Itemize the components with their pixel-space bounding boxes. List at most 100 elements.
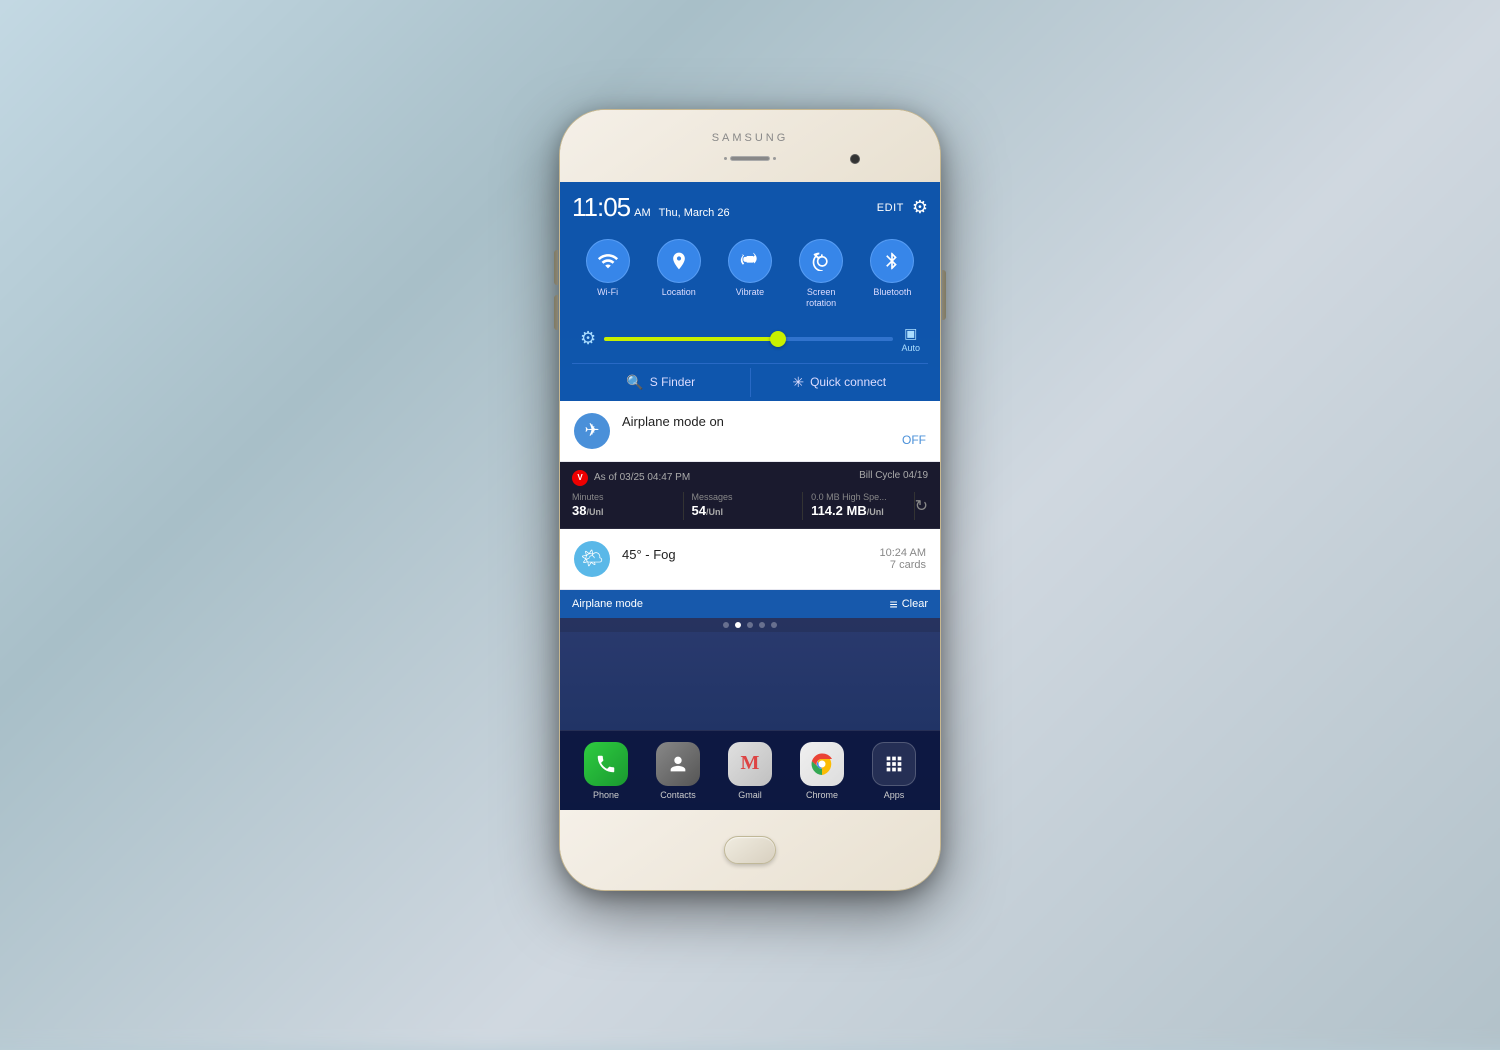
quick-connect-icon: ✳ [792, 374, 804, 391]
minutes-label: Minutes [572, 492, 675, 502]
brightness-icon: ⚙ [580, 328, 596, 349]
weather-notif-header: 45° - Fog 10:24 AM 7 cards [622, 547, 926, 571]
front-camera [850, 154, 860, 164]
sfinder-label: S Finder [650, 375, 695, 389]
phone-device: SAMSUNG 11:05 AM [560, 110, 940, 890]
apps-app-label: Apps [884, 790, 905, 800]
dock-chrome[interactable]: Chrome [800, 742, 844, 800]
clock-ampm: AM [634, 207, 651, 219]
auto-brightness-icon: ▣ [904, 325, 917, 342]
settings-icon[interactable]: ⚙ [912, 197, 928, 218]
weather-icon-circle: 🌤 [574, 541, 610, 577]
dock-gmail[interactable]: M Gmail [728, 742, 772, 800]
page-dot-5 [771, 622, 777, 628]
auto-label: Auto [901, 343, 920, 353]
app-dock: Phone Contacts M Gmail [560, 730, 940, 810]
clear-label: Clear [902, 598, 928, 610]
dock-phone[interactable]: Phone [584, 742, 628, 800]
vibrate-icon-circle [728, 239, 772, 283]
power-button[interactable] [942, 270, 946, 320]
clock-time: 11:05 [572, 192, 630, 223]
gmail-app-label: Gmail [738, 790, 762, 800]
search-icon: 🔍 [626, 374, 643, 391]
airplane-notif-content: Airplane mode on OFF [622, 414, 926, 447]
page-dot-1 [723, 622, 729, 628]
weather-notification[interactable]: 🌤 45° - Fog 10:24 AM 7 cards [560, 529, 940, 590]
brightness-row: ⚙ ▣ Auto [572, 319, 928, 363]
quick-connect-button[interactable]: ✳ Quick connect [751, 364, 929, 401]
usage-notification[interactable]: V As of 03/25 04:47 PM Bill Cycle 04/19 … [560, 462, 940, 529]
chrome-app-label: Chrome [806, 790, 838, 800]
bottom-bezel [560, 810, 940, 890]
volume-up-button[interactable] [554, 250, 558, 285]
quick-connect-label: Quick connect [810, 375, 886, 389]
quick-settings-panel: 11:05 AM Thu, March 26 EDIT ⚙ [560, 182, 940, 401]
screen: 11:05 AM Thu, March 26 EDIT ⚙ [560, 182, 940, 810]
sfinder-button[interactable]: 🔍 S Finder [572, 364, 750, 401]
weather-cards: 7 cards [880, 559, 926, 571]
edit-button[interactable]: EDIT [877, 202, 904, 214]
minutes-stat: Minutes 38/Unl [572, 492, 684, 520]
dock-contacts[interactable]: Contacts [656, 742, 700, 800]
airplane-notification[interactable]: ✈ Airplane mode on OFF [560, 401, 940, 462]
phone-app-icon [584, 742, 628, 786]
weather-notif-content: 45° - Fog 10:24 AM 7 cards [622, 547, 926, 571]
notification-bottom-bar: Airplane mode ≡ Clear [560, 590, 940, 618]
location-label: Location [662, 287, 696, 298]
toggle-wifi[interactable]: Wi-Fi [586, 239, 630, 309]
airplane-notif-header: Airplane mode on [622, 414, 926, 429]
bill-cycle: Bill Cycle 04/19 [859, 470, 928, 486]
toggle-bluetooth[interactable]: Bluetooth [870, 239, 914, 309]
chrome-app-icon [800, 742, 844, 786]
bluetooth-icon-circle [870, 239, 914, 283]
quick-toggles-row: Wi-Fi Location [572, 231, 928, 319]
page-dot-2 [735, 622, 741, 628]
gmail-app-icon: M [728, 742, 772, 786]
wifi-label: Wi-Fi [597, 287, 618, 298]
toggle-screen-rotation[interactable]: Screen rotation [799, 239, 843, 309]
speaker-dot [724, 157, 727, 160]
brightness-slider[interactable] [604, 337, 893, 341]
dock-apps[interactable]: Apps [872, 742, 916, 800]
speaker-grille [730, 156, 770, 161]
contacts-app-label: Contacts [660, 790, 696, 800]
page-dot-3 [747, 622, 753, 628]
page-indicator [560, 618, 940, 632]
airplane-notif-title: Airplane mode on [622, 414, 724, 429]
volume-down-button[interactable] [554, 295, 558, 330]
data-label: 0.0 MB High Spe... [811, 492, 914, 502]
airplane-off-button[interactable]: OFF [902, 433, 926, 447]
airplane-mode-label: Airplane mode [572, 598, 643, 610]
contacts-app-icon [656, 742, 700, 786]
usage-header-left: V As of 03/25 04:47 PM [572, 470, 690, 486]
top-bezel: SAMSUNG [560, 110, 940, 182]
home-button[interactable] [724, 836, 776, 864]
date-display: Thu, March 26 [659, 207, 730, 219]
earpiece [724, 156, 776, 161]
time-display: 11:05 AM Thu, March 26 [572, 192, 730, 223]
notification-shade: 11:05 AM Thu, March 26 EDIT ⚙ [560, 182, 940, 810]
verizon-icon: V [572, 470, 588, 486]
usage-stats: Minutes 38/Unl Messages 54/Unl [572, 492, 928, 520]
data-stat: 0.0 MB High Spe... 114.2 MB/Unl [803, 492, 915, 520]
usage-date: As of 03/25 04:47 PM [594, 472, 690, 483]
apps-grid-icon [872, 742, 916, 786]
rotation-label: Screen rotation [806, 287, 836, 309]
finder-row: 🔍 S Finder ✳ Quick connect [572, 363, 928, 401]
speaker-dot [773, 157, 776, 160]
phone-app-label: Phone [593, 790, 619, 800]
minutes-value: 38/Unl [572, 503, 603, 518]
status-bar: 11:05 AM Thu, March 26 EDIT ⚙ [572, 192, 928, 223]
toggle-vibrate[interactable]: Vibrate [728, 239, 772, 309]
clear-button[interactable]: ≡ Clear [890, 596, 928, 612]
weather-time: 10:24 AM [880, 547, 926, 559]
brightness-thumb[interactable] [770, 331, 786, 347]
airplane-icon-circle: ✈ [574, 413, 610, 449]
location-icon-circle [657, 239, 701, 283]
refresh-icon[interactable]: ↻ [915, 496, 928, 516]
messages-stat: Messages 54/Unl [684, 492, 804, 520]
vibrate-label: Vibrate [736, 287, 764, 298]
toggle-location[interactable]: Location [657, 239, 701, 309]
page-dot-4 [759, 622, 765, 628]
airplane-off-row: OFF [622, 433, 926, 447]
